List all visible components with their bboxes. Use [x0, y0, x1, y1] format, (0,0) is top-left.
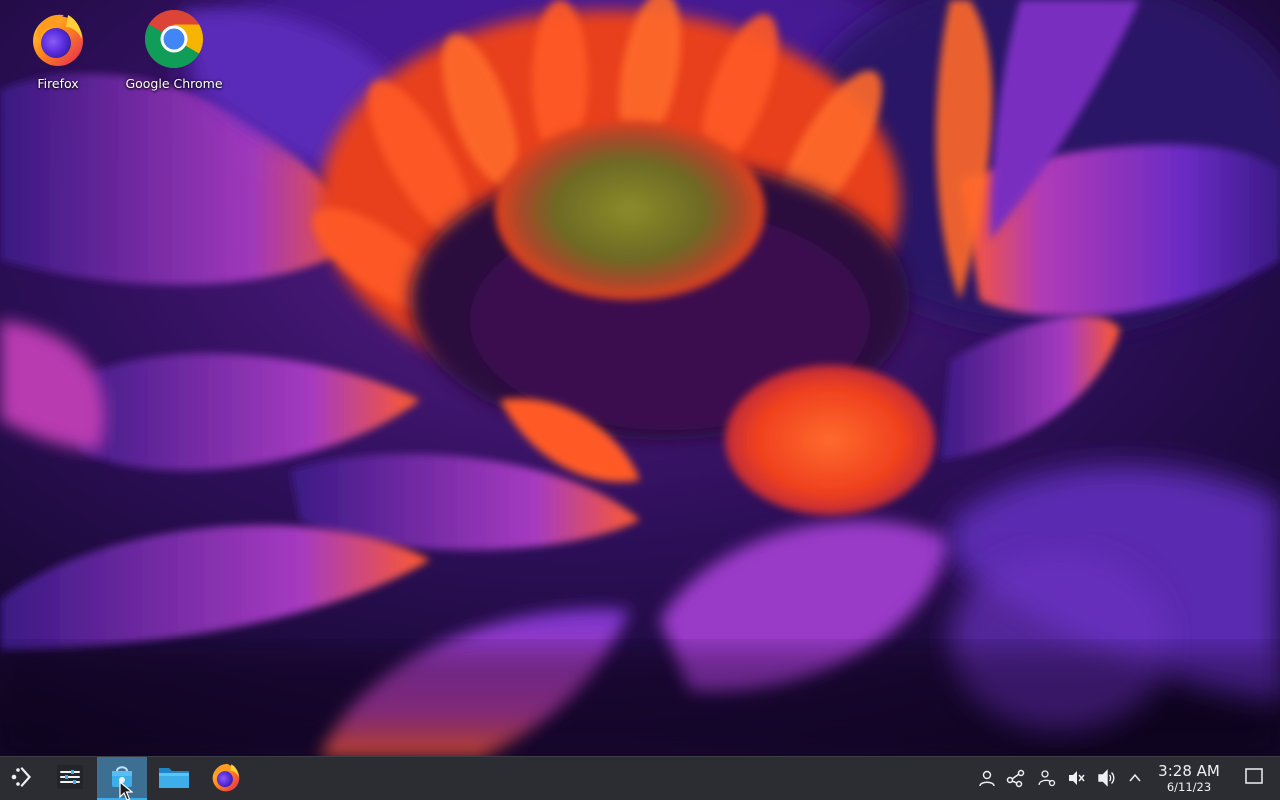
sliders-icon — [56, 764, 84, 794]
network-user-icon[interactable] — [1036, 767, 1058, 789]
taskbar-panel: 3:28 AM 6/11/23 — [0, 756, 1280, 800]
clock-time: 3:28 AM — [1158, 762, 1220, 780]
kde-launcher-icon — [9, 764, 35, 794]
chevron-up-icon[interactable] — [1124, 767, 1146, 789]
mouse-pointer-icon — [119, 780, 134, 800]
system-settings-button[interactable] — [48, 757, 92, 800]
user-icon[interactable] — [976, 767, 998, 789]
desktop-icon-label: Firefox — [37, 76, 79, 91]
firefox-task-button[interactable] — [203, 757, 249, 800]
desktop-icon-google-chrome[interactable]: Google Chrome — [119, 8, 229, 91]
flower-wallpaper-art — [0, 0, 1280, 756]
show-desktop-button[interactable] — [1243, 767, 1265, 789]
folder-icon — [158, 764, 190, 794]
firefox-icon — [27, 8, 89, 70]
mic-muted-icon[interactable] — [1065, 767, 1087, 789]
desktop-wallpaper — [0, 0, 1280, 756]
speaker-icon[interactable] — [1095, 767, 1117, 789]
firefox-icon — [210, 761, 242, 797]
dolphin-file-manager-button[interactable] — [151, 757, 197, 800]
desktop-icon-label: Google Chrome — [125, 76, 223, 91]
desktop-icon-firefox[interactable]: Firefox — [3, 8, 113, 91]
show-desktop-icon — [1245, 768, 1263, 788]
chrome-icon — [143, 8, 205, 70]
kde-connect-icon[interactable] — [1005, 767, 1027, 789]
clock-date: 6/11/23 — [1166, 780, 1212, 794]
application-launcher-button[interactable] — [0, 757, 44, 800]
digital-clock[interactable]: 3:28 AM 6/11/23 — [1150, 762, 1228, 795]
